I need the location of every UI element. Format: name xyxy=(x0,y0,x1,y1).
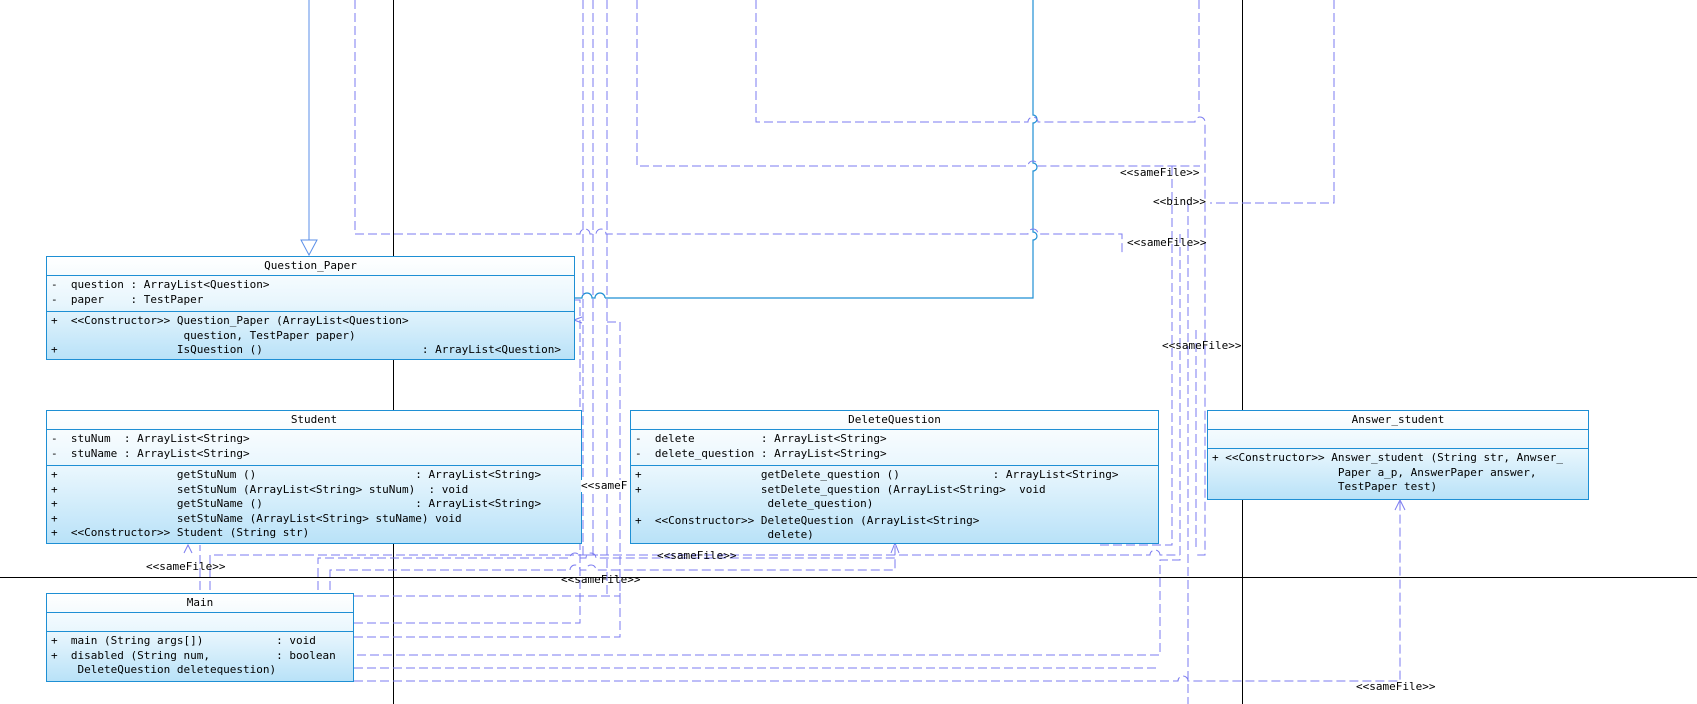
operation-row: + main (String args[]) : void xyxy=(51,634,316,647)
operation-row: + <<Constructor>> DeleteQuestion (ArrayL… xyxy=(635,513,980,527)
operation-row: + IsQuestion () : ArrayList<Question> xyxy=(51,343,561,356)
operation-row: + setStuName (ArrayList<String> stuName)… xyxy=(51,511,462,525)
attribute-row: - question : ArrayList<Question> xyxy=(51,278,270,291)
operation-row: + getStuName () : ArrayList<String> xyxy=(51,497,542,510)
attribute-row: - stuNum : ArrayList<String> xyxy=(51,432,250,445)
operation-row: + disabled (String num, : boolean xyxy=(51,648,336,662)
class-student[interactable]: Student - stuNum : ArrayList<String> - s… xyxy=(46,410,582,544)
samefile-label: <<sameFile>> xyxy=(657,549,737,562)
operation-row: + getDelete_question () : ArrayList<Stri… xyxy=(635,468,1119,481)
class-name: Main xyxy=(47,594,353,613)
samefile-label: <<sameFile>> xyxy=(561,573,641,586)
operations-section: + main (String args[]) : void + disabled… xyxy=(47,632,353,680)
class-delete-question[interactable]: DeleteQuestion - delete : ArrayList<Stri… xyxy=(630,410,1159,544)
operation-row: + <<Constructor>> Answer_student (String… xyxy=(1212,451,1563,464)
bind-label: <<bind>> xyxy=(1153,195,1206,208)
class-name: Question_Paper xyxy=(47,257,574,276)
samefile-label: <<sameFile>> xyxy=(1120,166,1200,179)
class-main[interactable]: Main + main (String args[]) : void + dis… xyxy=(46,593,354,682)
attributes-section xyxy=(47,613,353,632)
operation-row: + setStuNum (ArrayList<String> stuNum) :… xyxy=(51,482,469,496)
attributes-section: - delete : ArrayList<String> - delete_qu… xyxy=(631,430,1158,466)
operation-row: delete_question) xyxy=(635,497,874,510)
class-name: DeleteQuestion xyxy=(631,411,1158,430)
operations-section: + getDelete_question () : ArrayList<Stri… xyxy=(631,466,1158,545)
attribute-row: - delete_question : ArrayList<String> xyxy=(635,446,887,460)
attributes-section xyxy=(1208,430,1588,449)
generalization-line xyxy=(300,0,318,257)
operations-section: + <<Constructor>> Question_Paper (ArrayL… xyxy=(47,312,574,360)
samefile-label: <<sameFile>> xyxy=(1356,680,1436,693)
samefile-label: <<sameF xyxy=(581,479,628,492)
attribute-row: - paper : TestPaper xyxy=(51,292,204,306)
operation-row: + <<Constructor>> Student (String str) xyxy=(51,526,310,539)
operation-row: DeleteQuestion deletequestion) xyxy=(51,663,277,676)
samefile-label: <<sameFile>> xyxy=(146,560,226,573)
attributes-section: - question : ArrayList<Question> - paper… xyxy=(47,276,574,312)
class-name: Student xyxy=(47,411,581,430)
operation-row: + setDelete_question (ArrayList<String> … xyxy=(635,482,1046,496)
operations-section: + <<Constructor>> Answer_student (String… xyxy=(1208,449,1588,497)
attribute-row: - delete : ArrayList<String> xyxy=(635,432,887,445)
operation-row: + getStuNum () : ArrayList<String> xyxy=(51,468,542,481)
association-line xyxy=(574,0,1038,299)
operation-row: delete) xyxy=(635,528,814,541)
operations-section: + getStuNum () : ArrayList<String> + set… xyxy=(47,466,581,543)
attributes-section: - stuNum : ArrayList<String> - stuName :… xyxy=(47,430,581,466)
operation-row: question, TestPaper paper) xyxy=(51,328,356,342)
class-question-paper[interactable]: Question_Paper - question : ArrayList<Qu… xyxy=(46,256,575,360)
class-name: Answer_student xyxy=(1208,411,1588,430)
samefile-label: <<sameFile>> xyxy=(1162,339,1242,352)
operation-row: Paper a_p, AnswerPaper answer, xyxy=(1212,465,1537,479)
attribute-row: - stuName : ArrayList<String> xyxy=(51,446,250,460)
operation-row: TestPaper test) xyxy=(1212,480,1438,493)
operation-row: + <<Constructor>> Question_Paper (ArrayL… xyxy=(51,314,409,327)
class-answer-student[interactable]: Answer_student + <<Constructor>> Answer_… xyxy=(1207,410,1589,500)
samefile-label: <<sameFile>> xyxy=(1127,236,1207,249)
